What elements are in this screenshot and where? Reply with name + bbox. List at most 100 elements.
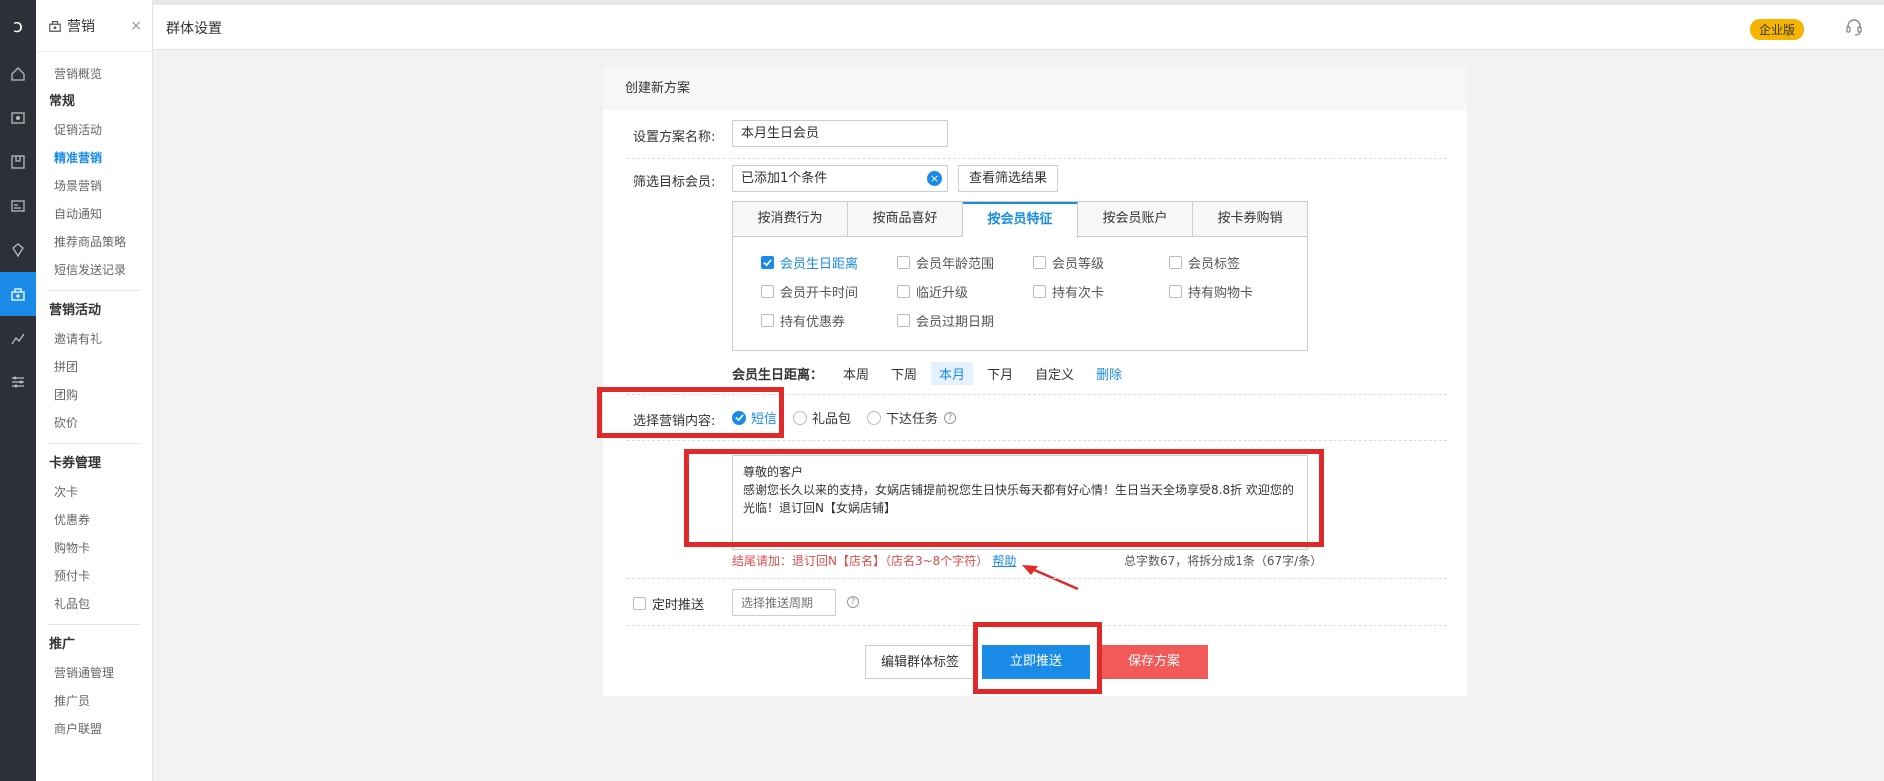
highlight-box	[973, 622, 1102, 694]
help-icon[interactable]: ?	[847, 596, 859, 608]
page-title: 群体设置	[166, 21, 222, 37]
menu-item[interactable]: 推广员	[36, 687, 152, 715]
checkbox-age[interactable]: 会员年龄范围	[897, 252, 1033, 272]
view-results-button[interactable]: 查看筛选结果	[958, 165, 1059, 192]
schedule-input[interactable]	[732, 589, 836, 616]
shop-icon[interactable]	[0, 96, 36, 140]
schedule-checkbox[interactable]: 定时推送	[633, 594, 704, 613]
logo[interactable]: ↄ	[0, 0, 36, 52]
menu-item[interactable]: 礼品包	[36, 590, 152, 618]
divider	[627, 440, 1447, 441]
menu-item[interactable]: 自动通知	[36, 200, 152, 228]
tab-member-features[interactable]: 按会员特征	[963, 202, 1078, 238]
tab-bar: 按消费行为 按商品喜好 按会员特征 按会员账户 按卡券购销	[733, 202, 1307, 238]
menu-section-title: 卡券管理	[49, 456, 102, 471]
divider	[48, 624, 140, 625]
menu-item[interactable]: 营销通管理	[36, 659, 152, 687]
menu-item[interactable]: 团购	[36, 381, 152, 409]
headset-icon[interactable]	[1844, 17, 1864, 41]
menu-item[interactable]: 次卡	[36, 478, 152, 506]
tab-product-preference[interactable]: 按商品喜好	[848, 202, 963, 236]
annotation-arrow-icon	[1022, 565, 1079, 591]
marketing-icon	[49, 20, 61, 32]
filter-conditions-value: 已添加1个条件	[741, 171, 828, 186]
side-menu: 营销 × 营销概览 常规 促销活动 精准营销 场景营销 自动通知 推荐商品策略 …	[36, 0, 153, 781]
menu-item[interactable]: 砍价	[36, 409, 152, 437]
menu-item-overview[interactable]: 营销概览	[36, 60, 152, 88]
check-icon	[761, 255, 774, 269]
menu-section-title: 营销活动	[49, 303, 102, 318]
checkbox-box	[897, 313, 910, 327]
menu-section-title: 常规	[49, 94, 76, 109]
menu-item[interactable]: 商户联盟	[36, 715, 152, 743]
edit-tags-button[interactable]: 编辑群体标签	[865, 645, 975, 679]
menu-item[interactable]: 推荐商品策略	[36, 228, 152, 256]
char-count: 总字数67，将拆分成1条（67字/条）	[1124, 554, 1323, 568]
edition-badge: 企业版	[1749, 19, 1804, 40]
filter-members-label: 筛选目标会员:	[633, 175, 716, 190]
checkbox-birthday[interactable]: 会员生日距离	[761, 252, 897, 272]
clear-icon[interactable]: ×	[927, 171, 942, 186]
filter-tabs: 按消费行为 按商品喜好 按会员特征 按会员账户 按卡券购销 会员生日距离 会员年…	[732, 201, 1308, 351]
menu-item[interactable]: 短信发送记录	[36, 256, 152, 284]
package-icon[interactable]	[0, 140, 36, 184]
help-link[interactable]: 帮助	[992, 554, 1016, 568]
checkbox-open-date[interactable]: 会员开卡时间	[761, 281, 897, 301]
menu-item[interactable]: 邀请有礼	[36, 325, 152, 353]
checkbox-box	[1169, 284, 1182, 298]
checkbox-count-card[interactable]: 持有次卡	[1033, 281, 1169, 301]
divider	[48, 290, 140, 291]
checkbox-box	[897, 284, 910, 298]
top-bar: 群体设置 企业版	[153, 0, 1884, 50]
checkbox-box	[761, 284, 774, 298]
menu-item[interactable]: 预付卡	[36, 562, 152, 590]
checkbox-level[interactable]: 会员等级	[1033, 252, 1169, 272]
checkbox-coupon[interactable]: 持有优惠券	[761, 310, 897, 330]
tab-consumption[interactable]: 按消费行为	[733, 202, 848, 236]
checkbox-box	[761, 313, 774, 327]
option-custom[interactable]: 自定义	[1027, 362, 1082, 385]
checkbox-label: 会员过期日期	[916, 314, 995, 330]
checkbox-box	[1033, 255, 1046, 269]
delete-link[interactable]: 删除	[1096, 364, 1122, 383]
radio-task[interactable]: 下达任务?	[867, 408, 957, 427]
help-icon[interactable]: ?	[944, 411, 957, 424]
menu-item[interactable]: 促销活动	[36, 116, 152, 144]
chart-icon[interactable]	[0, 316, 36, 360]
menu-section-title: 推广	[49, 637, 76, 652]
highlight-box	[684, 449, 1324, 547]
divider	[627, 158, 1447, 159]
close-icon[interactable]: ×	[130, 18, 142, 34]
tail-note-text: 结尾请加：退订回N【店名】（店名3~8个字符）	[732, 554, 989, 568]
tab-card-coupon[interactable]: 按卡券购销	[1193, 202, 1307, 236]
checkbox-box	[1169, 255, 1182, 269]
save-plan-button[interactable]: 保存方案	[1100, 645, 1208, 679]
option-this-month[interactable]: 本月	[931, 362, 974, 385]
marketing-icon[interactable]	[0, 272, 36, 316]
tab-member-account[interactable]: 按会员账户	[1078, 202, 1193, 236]
panel-title: 创建新方案	[603, 68, 1467, 110]
option-next-week[interactable]: 下周	[883, 362, 925, 385]
filter-conditions-input[interactable]: 已添加1个条件 ×	[732, 165, 948, 192]
tail-note: 结尾请加：退订回N【店名】（店名3~8个字符） 帮助	[732, 552, 1016, 569]
menu-item-active[interactable]: 精准营销	[36, 144, 152, 172]
radio-circle	[793, 410, 808, 425]
checkbox-expire-date[interactable]: 会员过期日期	[897, 310, 1033, 330]
id-card-icon[interactable]	[0, 184, 36, 228]
checkbox-near-upgrade[interactable]: 临近升级	[897, 281, 1033, 301]
menu-item[interactable]: 购物卡	[36, 534, 152, 562]
settings-icon[interactable]	[0, 360, 36, 404]
checkbox-label: 临近升级	[916, 285, 969, 301]
feature-checkboxes: 会员生日距离 会员年龄范围 会员等级 会员标签 会员开卡时间 临近升级 持有次卡…	[761, 252, 1301, 330]
tag-icon[interactable]	[0, 228, 36, 272]
home-icon[interactable]	[0, 52, 36, 96]
option-next-month[interactable]: 下月	[979, 362, 1021, 385]
menu-item[interactable]: 拼团	[36, 353, 152, 381]
checkbox-shopping-card[interactable]: 持有购物卡	[1169, 281, 1305, 301]
option-this-week[interactable]: 本周	[835, 362, 877, 385]
checkbox-tags[interactable]: 会员标签	[1169, 252, 1305, 272]
radio-gift-pack[interactable]: 礼品包	[793, 408, 851, 427]
menu-item[interactable]: 优惠券	[36, 506, 152, 534]
plan-name-input[interactable]: 本月生日会员	[732, 120, 948, 147]
menu-item[interactable]: 场景营销	[36, 172, 152, 200]
